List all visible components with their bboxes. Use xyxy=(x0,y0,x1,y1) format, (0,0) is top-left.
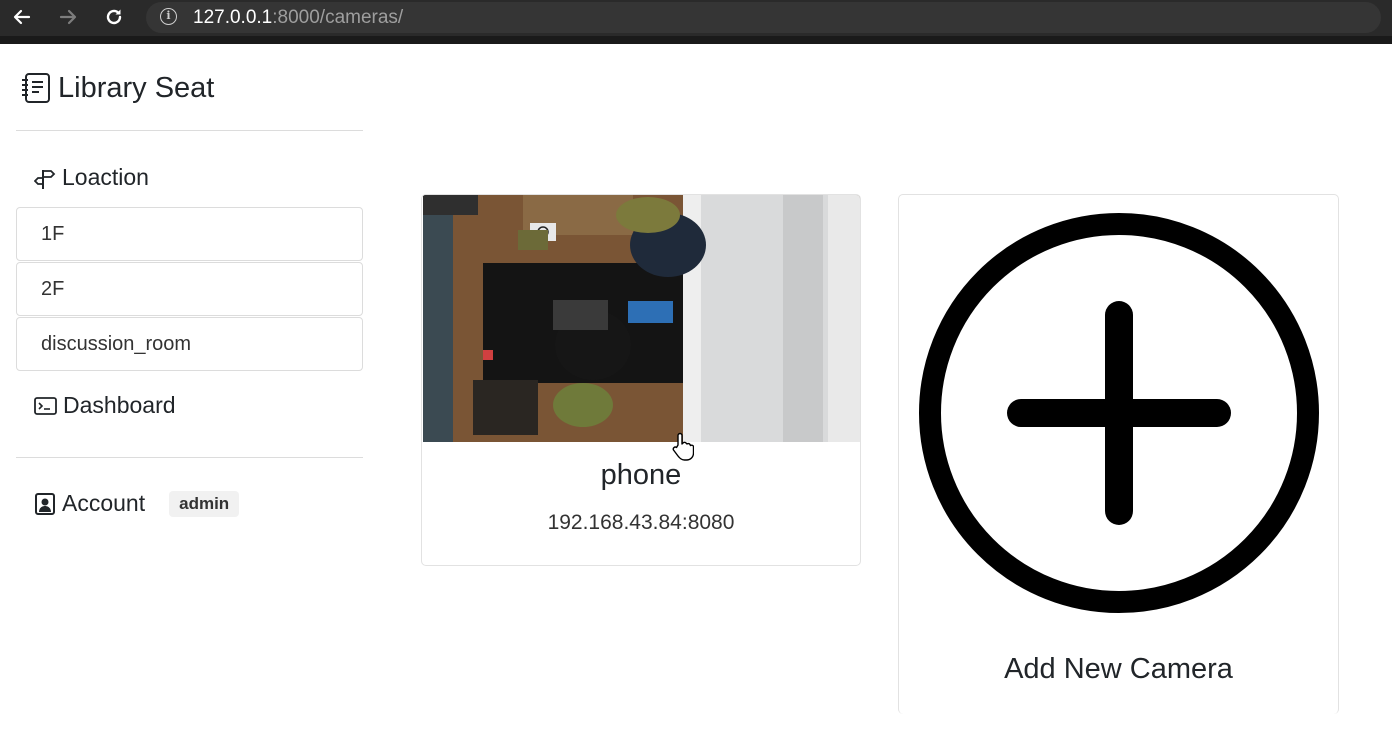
browser-toolbar: i 127.0.0.1:8000/cameras/ xyxy=(0,0,1392,44)
arrow-right-icon xyxy=(59,9,77,25)
reload-button[interactable] xyxy=(99,2,129,32)
forward-button[interactable] xyxy=(53,2,83,32)
site-info-icon[interactable]: i xyxy=(160,8,177,25)
reload-icon xyxy=(106,9,122,25)
url-path: :8000/cameras/ xyxy=(272,7,404,28)
location-item-label: discussion_room xyxy=(41,332,192,355)
terminal-icon xyxy=(34,396,57,415)
arrow-left-icon xyxy=(13,9,31,25)
account-label: Account xyxy=(62,490,146,516)
back-button[interactable] xyxy=(7,2,37,32)
location-list: 1F 2F discussion_room xyxy=(16,207,363,372)
location-item-label: 2F xyxy=(41,277,65,300)
person-badge-icon xyxy=(35,492,55,515)
location-item-discussion-room[interactable]: discussion_room xyxy=(16,317,363,371)
location-item-2f[interactable]: 2F xyxy=(16,262,363,316)
location-item-1f[interactable]: 1F xyxy=(16,207,363,261)
brand[interactable]: Library Seat xyxy=(20,70,214,106)
url-text: 127.0.0.1:8000/cameras/ xyxy=(193,7,403,29)
plus-circle-icon xyxy=(919,213,1319,613)
sidebar-divider xyxy=(16,457,363,458)
signpost-icon xyxy=(34,169,56,189)
address-bar[interactable]: i 127.0.0.1:8000/cameras/ xyxy=(146,2,1381,33)
location-heading-label: Loaction xyxy=(62,164,149,190)
camera-address: 192.168.43.84:8080 xyxy=(547,511,735,534)
account-badge: admin xyxy=(169,490,240,517)
location-heading: Loaction xyxy=(34,164,149,191)
dashboard-label: Dashboard xyxy=(63,392,176,418)
add-camera-label: Add New Camera xyxy=(1004,653,1233,685)
dashboard-link[interactable]: Dashboard xyxy=(34,392,176,419)
url-host: 127.0.0.1 xyxy=(193,7,273,28)
sidebar-divider xyxy=(16,130,363,131)
camera-name: phone xyxy=(600,459,682,491)
journal-text-icon xyxy=(22,73,50,103)
brand-title: Library Seat xyxy=(58,71,215,104)
account-link[interactable]: Account admin xyxy=(34,490,240,517)
hand-cursor-icon xyxy=(672,432,694,461)
camera-card[interactable]: phone 192.168.43.84:8080 xyxy=(421,194,861,566)
add-camera-card[interactable]: Add New Camera xyxy=(898,194,1339,714)
camera-feed-image xyxy=(423,195,860,442)
location-item-label: 1F xyxy=(41,222,65,245)
browser-divider xyxy=(0,36,1392,44)
